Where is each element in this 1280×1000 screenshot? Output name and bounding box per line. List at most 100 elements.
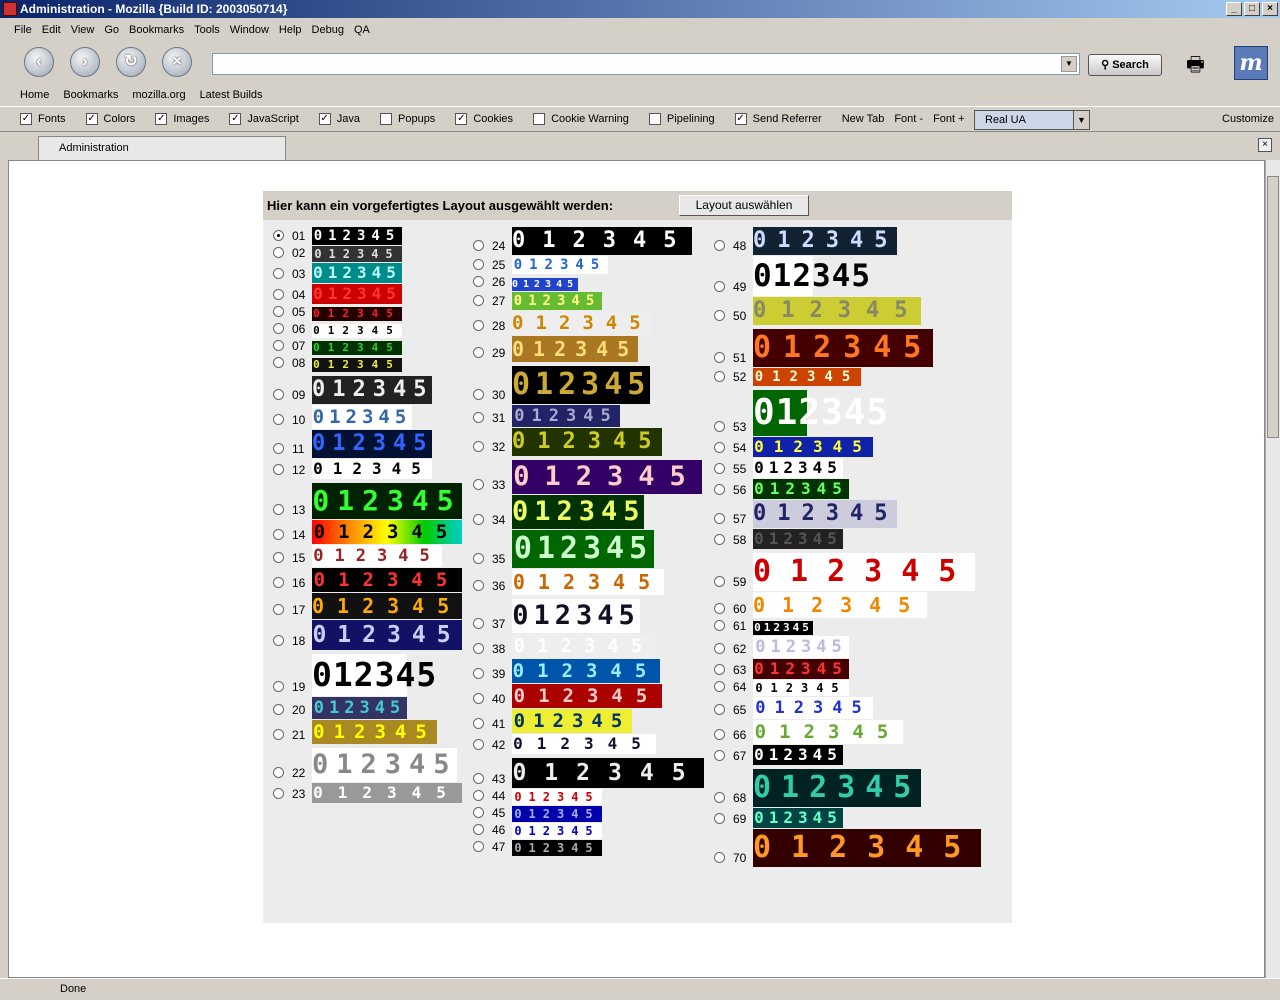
pref-checkbox-popups[interactable]: Popups xyxy=(380,113,435,125)
layout-option-55[interactable]: 55 012345 xyxy=(704,458,981,478)
layout-radio[interactable] xyxy=(473,618,484,629)
layout-option-31[interactable]: 31 012345 xyxy=(463,405,704,427)
pref-button-2[interactable]: Font + xyxy=(933,113,965,125)
layout-option-44[interactable]: 44 012345 xyxy=(463,789,704,805)
layout-option-34[interactable]: 34 012345 xyxy=(463,495,704,529)
layout-radio[interactable] xyxy=(473,259,484,270)
layout-option-36[interactable]: 36 012345 xyxy=(463,569,704,595)
layout-option-68[interactable]: 68 012345 xyxy=(704,769,981,807)
stop-button[interactable]: × xyxy=(162,47,192,77)
layout-option-18[interactable]: 18 012345 xyxy=(263,620,462,650)
layout-option-27[interactable]: 27 012345 xyxy=(463,292,704,310)
tab-close-icon[interactable]: × xyxy=(1258,138,1272,152)
layout-radio[interactable] xyxy=(473,773,484,784)
layout-option-66[interactable]: 66 012345 xyxy=(704,720,981,744)
layout-option-47[interactable]: 47 012345 xyxy=(463,840,704,856)
layout-option-50[interactable]: 50 012345 xyxy=(704,297,981,325)
layout-radio[interactable] xyxy=(473,553,484,564)
layout-radio[interactable] xyxy=(714,704,725,715)
reload-button[interactable]: ↻ xyxy=(116,47,146,77)
layout-radio[interactable] xyxy=(273,414,284,425)
layout-option-60[interactable]: 60 012345 xyxy=(704,592,981,618)
layout-radio[interactable] xyxy=(473,668,484,679)
layout-option-08[interactable]: 08 012345 xyxy=(263,356,462,372)
layout-radio[interactable] xyxy=(473,276,484,287)
menu-item-help[interactable]: Help xyxy=(279,24,302,36)
layout-option-10[interactable]: 10 012345 xyxy=(263,405,462,429)
layout-radio[interactable] xyxy=(714,813,725,824)
layout-option-58[interactable]: 58 012345 xyxy=(704,529,981,549)
menu-item-go[interactable]: Go xyxy=(104,24,119,36)
layout-radio[interactable] xyxy=(273,635,284,646)
pref-checkbox-fonts[interactable]: ✓ Fonts xyxy=(20,113,66,125)
layout-option-39[interactable]: 39 012345 xyxy=(463,659,704,683)
layout-option-70[interactable]: 70 012345 xyxy=(704,829,981,867)
layout-radio[interactable] xyxy=(273,552,284,563)
menu-item-debug[interactable]: Debug xyxy=(312,24,344,36)
layout-option-12[interactable]: 12 012345 xyxy=(263,459,462,479)
layout-radio[interactable] xyxy=(273,357,284,368)
layout-radio[interactable] xyxy=(273,443,284,454)
layout-radio[interactable] xyxy=(473,240,484,251)
layout-option-32[interactable]: 32 012345 xyxy=(463,428,704,456)
layout-option-14[interactable]: 14 012345 xyxy=(263,520,462,544)
layout-option-45[interactable]: 45 012345 xyxy=(463,806,704,822)
layout-option-38[interactable]: 38 012345 xyxy=(463,634,704,658)
personal-link-latest-builds[interactable]: Latest Builds xyxy=(200,89,263,101)
layout-radio[interactable] xyxy=(273,464,284,475)
layout-radio[interactable] xyxy=(473,389,484,400)
layout-radio[interactable] xyxy=(473,739,484,750)
layout-radio[interactable] xyxy=(273,529,284,540)
layout-option-69[interactable]: 69 012345 xyxy=(704,808,981,828)
layout-radio[interactable] xyxy=(714,513,725,524)
pref-checkbox-javascript[interactable]: ✓ JavaScript xyxy=(229,113,299,125)
layout-radio[interactable] xyxy=(714,792,725,803)
back-button[interactable]: ‹ xyxy=(24,47,54,77)
layout-option-56[interactable]: 56 012345 xyxy=(704,479,981,499)
layout-option-29[interactable]: 29 012345 xyxy=(463,336,704,362)
layout-radio[interactable] xyxy=(714,664,725,675)
layout-radio[interactable] xyxy=(714,371,725,382)
layout-radio[interactable] xyxy=(273,389,284,400)
layout-radio[interactable] xyxy=(714,620,725,631)
layout-option-52[interactable]: 52 012345 xyxy=(704,368,981,386)
layout-option-19[interactable]: 19 012345 xyxy=(263,654,462,696)
layout-radio[interactable] xyxy=(714,240,725,251)
layout-radio[interactable] xyxy=(714,534,725,545)
layout-radio[interactable] xyxy=(273,604,284,615)
layout-option-04[interactable]: 04 012345 xyxy=(263,284,462,304)
layout-option-33[interactable]: 33 012345 xyxy=(463,460,704,494)
layout-option-11[interactable]: 11 012345 xyxy=(263,430,462,458)
layout-option-41[interactable]: 41 012345 xyxy=(463,709,704,733)
layout-radio[interactable] xyxy=(273,230,284,241)
layout-radio[interactable] xyxy=(473,320,484,331)
maximize-button[interactable]: □ xyxy=(1244,2,1260,16)
close-button[interactable]: × xyxy=(1262,2,1278,16)
layout-option-40[interactable]: 40 012345 xyxy=(463,684,704,708)
menu-item-bookmarks[interactable]: Bookmarks xyxy=(129,24,184,36)
layout-radio[interactable] xyxy=(473,580,484,591)
layout-radio[interactable] xyxy=(273,268,284,279)
layout-option-67[interactable]: 67 012345 xyxy=(704,745,981,765)
menu-item-qa[interactable]: QA xyxy=(354,24,370,36)
layout-select-button[interactable]: Layout auswählen xyxy=(679,195,809,216)
layout-radio[interactable] xyxy=(473,412,484,423)
mozilla-throbber-icon[interactable]: m xyxy=(1234,46,1268,80)
layout-option-24[interactable]: 24 012345 xyxy=(463,227,704,255)
layout-option-63[interactable]: 63 012345 xyxy=(704,659,981,679)
layout-radio[interactable] xyxy=(714,352,725,363)
layout-radio[interactable] xyxy=(473,514,484,525)
pref-checkbox-send-referrer[interactable]: ✓ Send Referrer xyxy=(734,113,822,125)
menu-item-edit[interactable]: Edit xyxy=(42,24,61,36)
layout-option-23[interactable]: 23 012345 xyxy=(263,783,462,803)
layout-option-49[interactable]: 49 012345 xyxy=(704,256,981,296)
pref-checkbox-images[interactable]: ✓ Images xyxy=(155,113,209,125)
layout-radio[interactable] xyxy=(714,750,725,761)
layout-option-57[interactable]: 57 012345 xyxy=(704,500,981,528)
layout-radio[interactable] xyxy=(473,841,484,852)
layout-option-48[interactable]: 48 012345 xyxy=(704,227,981,255)
layout-radio[interactable] xyxy=(714,681,725,692)
pref-checkbox-java[interactable]: ✓ Java xyxy=(318,113,360,125)
layout-radio[interactable] xyxy=(273,729,284,740)
layout-option-17[interactable]: 17 012345 xyxy=(263,593,462,619)
